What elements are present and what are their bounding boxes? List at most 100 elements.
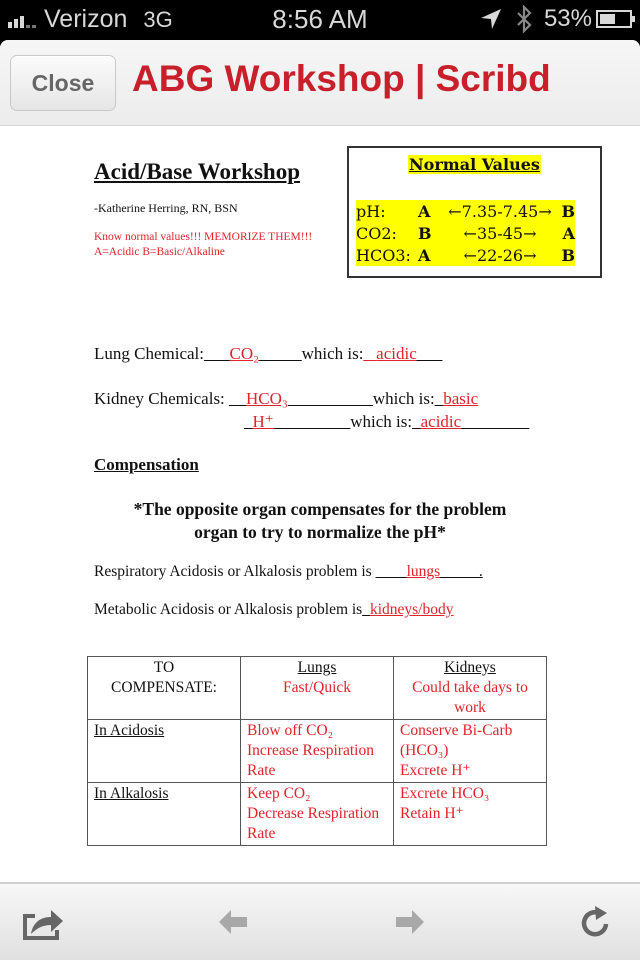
normal-value-row: pH: A ←7.35-7.45→ B <box>356 200 575 222</box>
kidney-label: Kidney Chemicals: <box>94 389 230 408</box>
rule-line-1: *The opposite organ compensates for the … <box>133 499 507 519</box>
blank: ___ <box>416 344 443 363</box>
battery-icon <box>596 10 635 28</box>
table-cell-text: Decrease Respiration Rate <box>247 805 380 842</box>
status-bar: Verizon 3G 8:56 AM 53% <box>0 0 640 40</box>
normal-values-box: Normal Values pH: A ←7.35-7.45→ B CO2: B… <box>347 146 602 278</box>
table-header-row: TO COMPENSATE: Lungs Fast/Quick Kidneys … <box>87 656 547 720</box>
normal-value-row: HCO3: A ←22-26→ B <box>356 244 575 266</box>
header-cell: Lungs Fast/Quick <box>240 656 394 720</box>
nv-high: A <box>562 223 575 243</box>
lung-label: Lung Chemical: <box>94 344 205 363</box>
lung-type-answer: acidic <box>376 344 417 363</box>
page-title: ABG Workshop | Scribd <box>132 58 551 99</box>
respiratory-text: Respiratory Acidosis or Alkalosis proble… <box>94 563 376 580</box>
blank: _____. <box>440 563 483 580</box>
browser-frame: Close ABG Workshop | Scribd Acid/Base Wo… <box>0 40 640 960</box>
kidneys-header: Kidneys <box>444 659 496 676</box>
compensation-heading: Compensation <box>94 455 199 474</box>
blank: ________ <box>461 412 530 431</box>
nv-low: A <box>418 201 431 221</box>
row-label: In Alkalosis <box>94 785 169 802</box>
bottom-toolbar <box>0 882 640 960</box>
back-button[interactable] <box>211 902 255 942</box>
memo-line-1: Know normal values!!! MEMORIZE THEM!!! <box>94 231 313 243</box>
location-icon <box>480 9 501 29</box>
respiratory-answer: lungs <box>406 563 441 580</box>
share-icon <box>23 910 63 940</box>
kidney-answer-2: H⁺ <box>252 412 274 431</box>
row-label: In Acidosis <box>94 722 165 739</box>
blank: _ <box>362 601 370 618</box>
forward-arrow-icon <box>396 910 424 934</box>
which-is-label: which is: <box>301 344 364 363</box>
nv-high: B <box>561 245 575 265</box>
metabolic-text: Metabolic Acidosis or Alkalosis problem … <box>94 601 363 618</box>
memo-line-2: A=Acidic B=Basic/Alkaline <box>94 246 225 258</box>
metabolic-line: Metabolic Acidosis or Alkalosis problem … <box>94 601 454 619</box>
bluetooth-icon <box>517 5 532 33</box>
blank: _____ <box>259 344 302 363</box>
header-text: COMPENSATE: <box>111 679 217 696</box>
kidney-chemical-line-2: _H⁺_________which is:_acidic________ <box>244 412 529 432</box>
blank: __ <box>229 389 247 408</box>
table-cell-text: Excrete HCO₃ <box>400 785 490 802</box>
forward-button[interactable] <box>388 902 432 942</box>
kidney-type-answer-1: basic <box>443 389 479 408</box>
compensation-table: TO COMPENSATE: Lungs Fast/Quick Kidneys … <box>87 656 547 846</box>
nv-range: ←35-45→ <box>463 223 537 243</box>
which-is-label: which is: <box>350 412 413 431</box>
kidney-answer-1: HCO₃ <box>246 389 288 408</box>
respiratory-line: Respiratory Acidosis or Alkalosis proble… <box>94 563 483 581</box>
kidney-type-answer-2: acidic <box>420 412 462 431</box>
normal-values-title: Normal Values <box>408 155 541 174</box>
blank: ___ <box>204 344 230 363</box>
table-cell-text: Conserve Bi-Carb (HCO₃) <box>400 722 513 759</box>
header-text: TO <box>153 659 175 676</box>
table-cell-text: Blow off CO₂ <box>247 722 334 739</box>
table-row: In Alkalosis Keep CO₂ Decrease Respirati… <box>87 782 547 846</box>
metabolic-answer: kidneys/body <box>369 601 454 618</box>
which-is-label: which is: <box>372 389 435 408</box>
table-row: In Acidosis Blow off CO₂ Increase Respir… <box>87 719 547 783</box>
table-cell-text: Keep CO₂ <box>247 785 311 802</box>
nv-low: A <box>418 245 431 265</box>
header-cell: Kidneys Could take days to work <box>393 656 547 720</box>
blank: _________ <box>273 412 351 431</box>
table-cell-text: Retain H⁺ <box>400 805 464 822</box>
rule-line-2: organ to try to normalize the pH* <box>194 522 446 542</box>
nv-label: CO2: <box>356 223 397 243</box>
nav-bar: Close ABG Workshop | Scribd <box>0 40 640 126</box>
blank: _ <box>363 344 377 363</box>
header-cell: TO COMPENSATE: <box>87 656 241 720</box>
nv-range: ←7.35-7.45→ <box>448 201 552 221</box>
nv-label: pH: <box>356 201 386 221</box>
reload-button[interactable] <box>573 902 617 942</box>
blank: _ <box>244 412 253 431</box>
document-page[interactable]: Acid/Base Workshop -Katherine Herring, R… <box>0 126 640 881</box>
document-title: Acid/Base Workshop <box>94 159 300 184</box>
nv-range: ←22-26→ <box>463 245 537 265</box>
reload-icon <box>581 906 609 937</box>
normal-value-row: CO2: B ←35-45→ A <box>356 222 575 244</box>
lungs-header: Lungs <box>297 659 337 676</box>
battery-percent: 53% <box>543 5 592 32</box>
nv-low: B <box>418 223 432 243</box>
blank: __________ <box>287 389 373 408</box>
table-cell-text: Excrete H⁺ <box>400 762 471 779</box>
author-line: -Katherine Herring, RN, BSN <box>94 201 238 215</box>
nv-high: B <box>561 201 575 221</box>
close-button[interactable]: Close <box>10 55 116 111</box>
blank: _ <box>434 389 444 408</box>
lung-chemical-line: Lung Chemical:___CO₂_____which is:_ acid… <box>94 344 442 364</box>
kidneys-note: Could take days to work <box>412 679 528 716</box>
blank: _ <box>412 412 421 431</box>
back-arrow-icon <box>219 910 247 934</box>
table-cell-text: Increase Respiration Rate <box>247 742 374 779</box>
lung-answer: CO₂ <box>229 344 260 363</box>
blank: ____ <box>375 563 407 580</box>
lungs-note: Fast/Quick <box>282 679 352 696</box>
share-button[interactable] <box>21 902 65 942</box>
kidney-chemical-line-1: Kidney Chemicals: __HCO₃__________which … <box>94 389 478 409</box>
nv-label: HCO3: <box>356 245 411 265</box>
